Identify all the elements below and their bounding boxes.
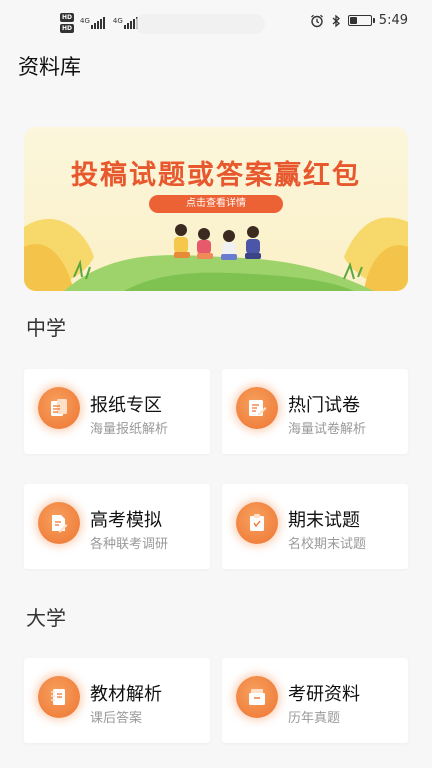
card-postgrad-materials[interactable]: 考研资料 历年真题: [222, 658, 408, 743]
card-gaokao-mock[interactable]: 高考模拟 各种联考调研: [24, 484, 210, 569]
card-subtitle: 各种联考调研: [90, 537, 169, 552]
card-subtitle: 历年真题: [288, 711, 341, 726]
signal-bars-icon: [90, 17, 105, 29]
alarm-icon: [310, 14, 323, 27]
card-textbook-answers[interactable]: 教材解析 课后答案: [24, 658, 210, 743]
card-newspaper[interactable]: 报纸专区 海量报纸解析: [24, 369, 210, 454]
network-type: 4G: [80, 17, 90, 25]
battery-icon: [347, 15, 375, 26]
card-subtitle: 课后答案: [90, 711, 143, 726]
newspaper-icon: [38, 387, 80, 429]
card-title: 报纸专区: [90, 395, 162, 416]
section-title-university: 大学: [26, 606, 66, 630]
status-bar: HD HD 4G 4G 5:49: [0, 0, 432, 44]
card-subtitle: 海量试卷解析: [288, 422, 367, 437]
signal-1: 4G: [80, 17, 105, 29]
section-title-middle-school: 中学: [26, 316, 66, 340]
hd-indicators: HD HD: [60, 13, 75, 33]
card-title: 教材解析: [90, 684, 162, 705]
page-title: 资料库: [18, 55, 81, 79]
hd-badge: HD: [60, 24, 75, 33]
bluetooth-icon: [332, 14, 340, 27]
card-title: 高考模拟: [90, 510, 162, 531]
doc-pen-icon: [38, 502, 80, 544]
notebook-icon: [38, 676, 80, 718]
status-time: 5:49: [378, 13, 408, 28]
folder-icon: [236, 676, 278, 718]
edit-paper-icon: [236, 387, 278, 429]
hd-badge: HD: [60, 13, 75, 22]
card-title: 考研资料: [288, 684, 360, 705]
card-subtitle: 名校期末试题: [288, 537, 367, 552]
status-blur: [135, 14, 265, 34]
card-title: 期末试题: [288, 510, 360, 531]
card-title: 热门试卷: [288, 395, 360, 416]
banner-details-button[interactable]: 点击查看详情: [149, 195, 283, 213]
clipboard-icon: [236, 502, 278, 544]
card-final-exams[interactable]: 期末试题 名校期末试题: [222, 484, 408, 569]
promo-banner[interactable]: 投稿试题或答案赢红包 点击查看详情: [24, 127, 408, 291]
card-subtitle: 海量报纸解析: [90, 422, 169, 437]
card-hot-papers[interactable]: 热门试卷 海量试卷解析: [222, 369, 408, 454]
status-right: 5:49: [310, 13, 408, 28]
banner-title: 投稿试题或答案赢红包: [71, 160, 361, 191]
network-type: 4G: [112, 17, 123, 25]
